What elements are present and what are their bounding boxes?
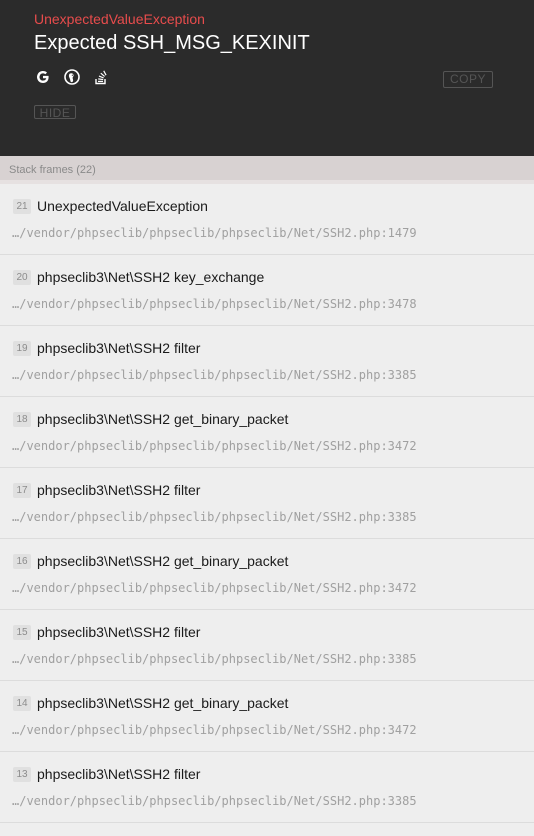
frame-title: phpseclib3\Net\SSH2 filter [37,766,201,782]
frame-title: phpseclib3\Net\SSH2 filter [37,340,201,356]
frame-title: phpseclib3\Net\SSH2 get_binary_packet [37,411,289,427]
google-icon[interactable] [34,69,51,86]
frame-index: 17 [13,482,31,498]
frame-index: 14 [13,695,31,711]
frame-index: 15 [13,624,31,640]
search-links [34,67,109,87]
stack-frame[interactable]: 14 phpseclib3\Net\SSH2 get_binary_packet… [0,681,534,752]
stack-frame[interactable]: 13 phpseclib3\Net\SSH2 filter …/vendor/p… [0,752,534,823]
stack-frame[interactable]: 20 phpseclib3\Net\SSH2 key_exchange …/ve… [0,255,534,326]
exception-class: UnexpectedValueException [34,11,205,27]
stack-frames-list: 21 UnexpectedValueException …/vendor/php… [0,184,534,823]
stack-frame[interactable]: 19 phpseclib3\Net\SSH2 filter …/vendor/p… [0,326,534,397]
frame-title: UnexpectedValueException [37,198,208,214]
frame-file: …/vendor/phpseclib/phpseclib/phpseclib/N… [12,297,417,311]
stack-frame[interactable]: 21 UnexpectedValueException …/vendor/php… [0,184,534,255]
frame-index: 20 [13,269,31,285]
stack-frames-header[interactable]: Stack frames (22) [0,156,534,184]
stack-frame[interactable]: 18 phpseclib3\Net\SSH2 get_binary_packet… [0,397,534,468]
frame-title: phpseclib3\Net\SSH2 key_exchange [37,269,265,285]
stackoverflow-icon[interactable] [92,69,109,86]
frame-file: …/vendor/phpseclib/phpseclib/phpseclib/N… [12,368,417,382]
exception-message: Expected SSH_MSG_KEXINIT [34,32,310,54]
frame-index: 19 [13,340,31,356]
frame-file: …/vendor/phpseclib/phpseclib/phpseclib/N… [12,439,417,453]
copy-button[interactable]: COPY [443,71,493,88]
frame-file: …/vendor/phpseclib/phpseclib/phpseclib/N… [12,581,417,595]
frame-file: …/vendor/phpseclib/phpseclib/phpseclib/N… [12,510,417,524]
frame-title: phpseclib3\Net\SSH2 filter [37,624,201,640]
frame-file: …/vendor/phpseclib/phpseclib/phpseclib/N… [12,652,417,666]
frame-index: 21 [13,198,31,214]
stack-frame[interactable]: 17 phpseclib3\Net\SSH2 filter …/vendor/p… [0,468,534,539]
stack-frame[interactable]: 16 phpseclib3\Net\SSH2 get_binary_packet… [0,539,534,610]
hide-button[interactable]: HIDE [34,105,76,120]
stack-frame[interactable]: 15 phpseclib3\Net\SSH2 filter …/vendor/p… [0,610,534,681]
frame-file: …/vendor/phpseclib/phpseclib/phpseclib/N… [12,226,417,240]
frame-index: 18 [13,411,31,427]
frame-title: phpseclib3\Net\SSH2 get_binary_packet [37,553,289,569]
frame-index: 13 [13,766,31,782]
frame-index: 16 [13,553,31,569]
frame-title: phpseclib3\Net\SSH2 filter [37,482,201,498]
frame-title: phpseclib3\Net\SSH2 get_binary_packet [37,695,289,711]
duckduckgo-icon[interactable] [63,69,80,86]
frame-file: …/vendor/phpseclib/phpseclib/phpseclib/N… [12,794,417,808]
exception-header: UnexpectedValueException Expected SSH_MS… [0,0,534,156]
frame-file: …/vendor/phpseclib/phpseclib/phpseclib/N… [12,723,417,737]
